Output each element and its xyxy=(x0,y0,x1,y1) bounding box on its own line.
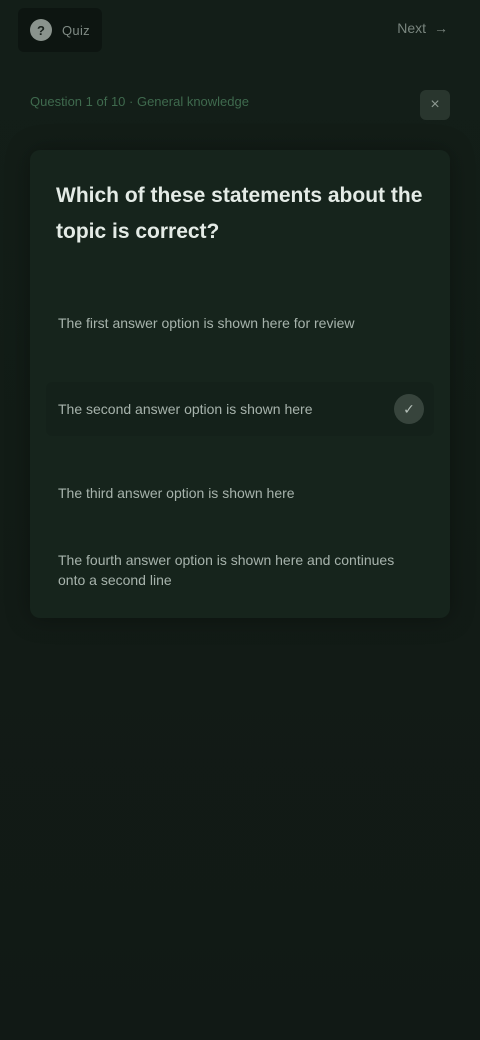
brand-logo-icon: ? xyxy=(30,19,52,41)
answer-option-3[interactable]: The third answer option is shown here xyxy=(46,466,434,520)
answer-option-label: The fourth answer option is shown here a… xyxy=(58,552,395,588)
brand-name: Quiz xyxy=(62,22,90,38)
close-icon: × xyxy=(430,96,440,113)
answer-option-label: The second answer option is shown here xyxy=(58,401,313,417)
brand[interactable]: ? Quiz xyxy=(18,8,102,52)
answer-option-4[interactable]: The fourth answer option is shown here a… xyxy=(46,542,434,606)
quiz-screen: ? Quiz Next → Question 1 of 10 · General… xyxy=(0,0,480,1040)
question-text: Which of these statements about the topi… xyxy=(56,184,423,243)
close-button[interactable]: × xyxy=(420,90,450,120)
sub-bar: Question 1 of 10 · General knowledge × xyxy=(0,80,480,128)
question-panel: Which of these statements about the topi… xyxy=(30,150,450,618)
top-bar: ? Quiz Next → xyxy=(0,0,480,62)
next-button[interactable]: Next → xyxy=(397,20,448,36)
answer-option-label: The third answer option is shown here xyxy=(58,485,295,501)
check-icon: ✓ xyxy=(394,394,424,424)
breadcrumb: Question 1 of 10 · General knowledge xyxy=(30,94,249,109)
answer-option-1[interactable]: The first answer option is shown here fo… xyxy=(46,296,434,350)
answer-option-2[interactable]: The second answer option is shown here ✓ xyxy=(46,382,434,436)
next-button-label: Next xyxy=(397,20,426,36)
answer-option-label: The first answer option is shown here fo… xyxy=(58,315,355,331)
arrow-right-icon: → xyxy=(434,20,448,36)
